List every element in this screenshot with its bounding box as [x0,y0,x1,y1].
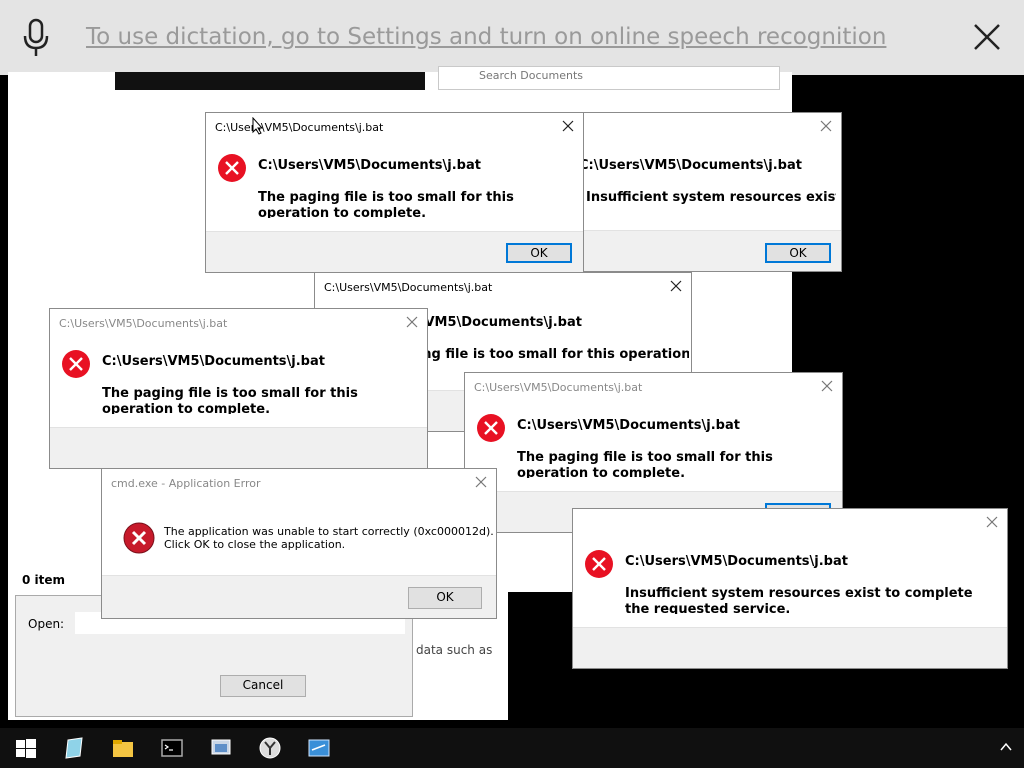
toolbar-icons-strip [115,72,425,90]
chevron-up-icon[interactable] [998,740,1014,754]
dialog-footer [573,627,1007,668]
close-icon[interactable] [669,279,683,293]
dialog-title: cmd.exe - Application Error [111,477,261,490]
run-partial-text: data such as [416,643,493,657]
file-explorer-icon[interactable] [111,736,135,760]
taskbar [0,728,1024,768]
close-icon[interactable] [561,119,575,133]
command-prompt-icon[interactable] [160,736,184,760]
close-icon[interactable] [968,18,1006,56]
cmd-application-error-dialog: cmd.exe - Application Error The applicat… [101,468,497,619]
error-dialog-paging-left: C:\Users\VM5\Documents\j.bat C:\Users\VM… [49,308,428,469]
clock-icon[interactable] [258,736,282,760]
ok-button[interactable]: OK [506,243,572,263]
dialog-title: C:\Users\VM5\Documents\j.bat [59,317,228,330]
error-icon [585,550,613,578]
error-dialog-resources-back: C:\Users\VM5\Documents\j.bat Insufficien… [579,112,842,272]
dialog-title: C:\Users\VM5\Documents\j.bat [215,121,384,134]
run-open-label: Open: [28,617,65,631]
dialog-message: Insufficient system resources exist to c… [586,190,836,205]
error-icon [477,414,505,442]
dialog-title: C:\Users\VM5\Documents\j.bat [324,281,493,294]
close-icon[interactable] [820,379,834,393]
dialog-footer [50,427,427,468]
dialog-heading: C:\Users\VM5\Documents\j.bat [517,418,740,433]
dialog-heading: C:\Users\VM5\Documents\j.bat [625,554,848,569]
close-icon[interactable] [405,315,419,329]
search-input[interactable]: Search Documents [438,66,780,90]
microphone-icon[interactable] [22,18,50,58]
mouse-cursor-icon [252,117,264,135]
dialog-title: C:\Users\VM5\Documents\j.bat [474,381,643,394]
error-dialog-resources-bottom: C:\Users\VM5\Documents\j.bat Insufficien… [572,508,1008,669]
notepad-icon[interactable] [62,736,86,760]
dialog-message: Insufficient system resources exist to c… [625,586,973,614]
status-item-count: 0 item [22,573,66,587]
dialog-heading: C:\Users\VM5\Documents\j.bat [579,158,802,173]
control-panel-icon[interactable] [209,736,233,760]
search-placeholder: Search Documents [479,69,584,82]
app-window-icon[interactable] [307,736,331,760]
cmd-error-line1: The application was unable to start corr… [164,525,494,538]
dialog-message: The paging file is too small for this op… [102,386,358,414]
dialog-heading: C:\Users\VM5\Documents\j.bat [102,354,325,369]
close-icon[interactable] [819,119,833,133]
error-icon [218,154,246,182]
dialog-heading: C:\Users\VM5\Documents\j.bat [258,158,481,173]
dialog-message: The paging file is too small for this op… [258,190,514,218]
windows-start-icon[interactable] [14,736,38,760]
error-dialog-paging-top: C:\Users\VM5\Documents\j.bat C:\Users\VM… [205,112,584,273]
close-icon[interactable] [985,515,999,529]
dialog-message: The paging file is too small for this op… [517,450,773,478]
error-icon [123,522,155,554]
cmd-error-line2: Click OK to close the application. [164,538,346,551]
error-icon [62,350,90,378]
ok-button[interactable]: OK [408,587,482,609]
dictation-settings-link[interactable]: To use dictation, go to Settings and tur… [86,24,886,50]
close-icon[interactable] [474,475,488,489]
cancel-button[interactable]: Cancel [220,675,306,697]
ok-button[interactable]: OK [765,243,831,263]
